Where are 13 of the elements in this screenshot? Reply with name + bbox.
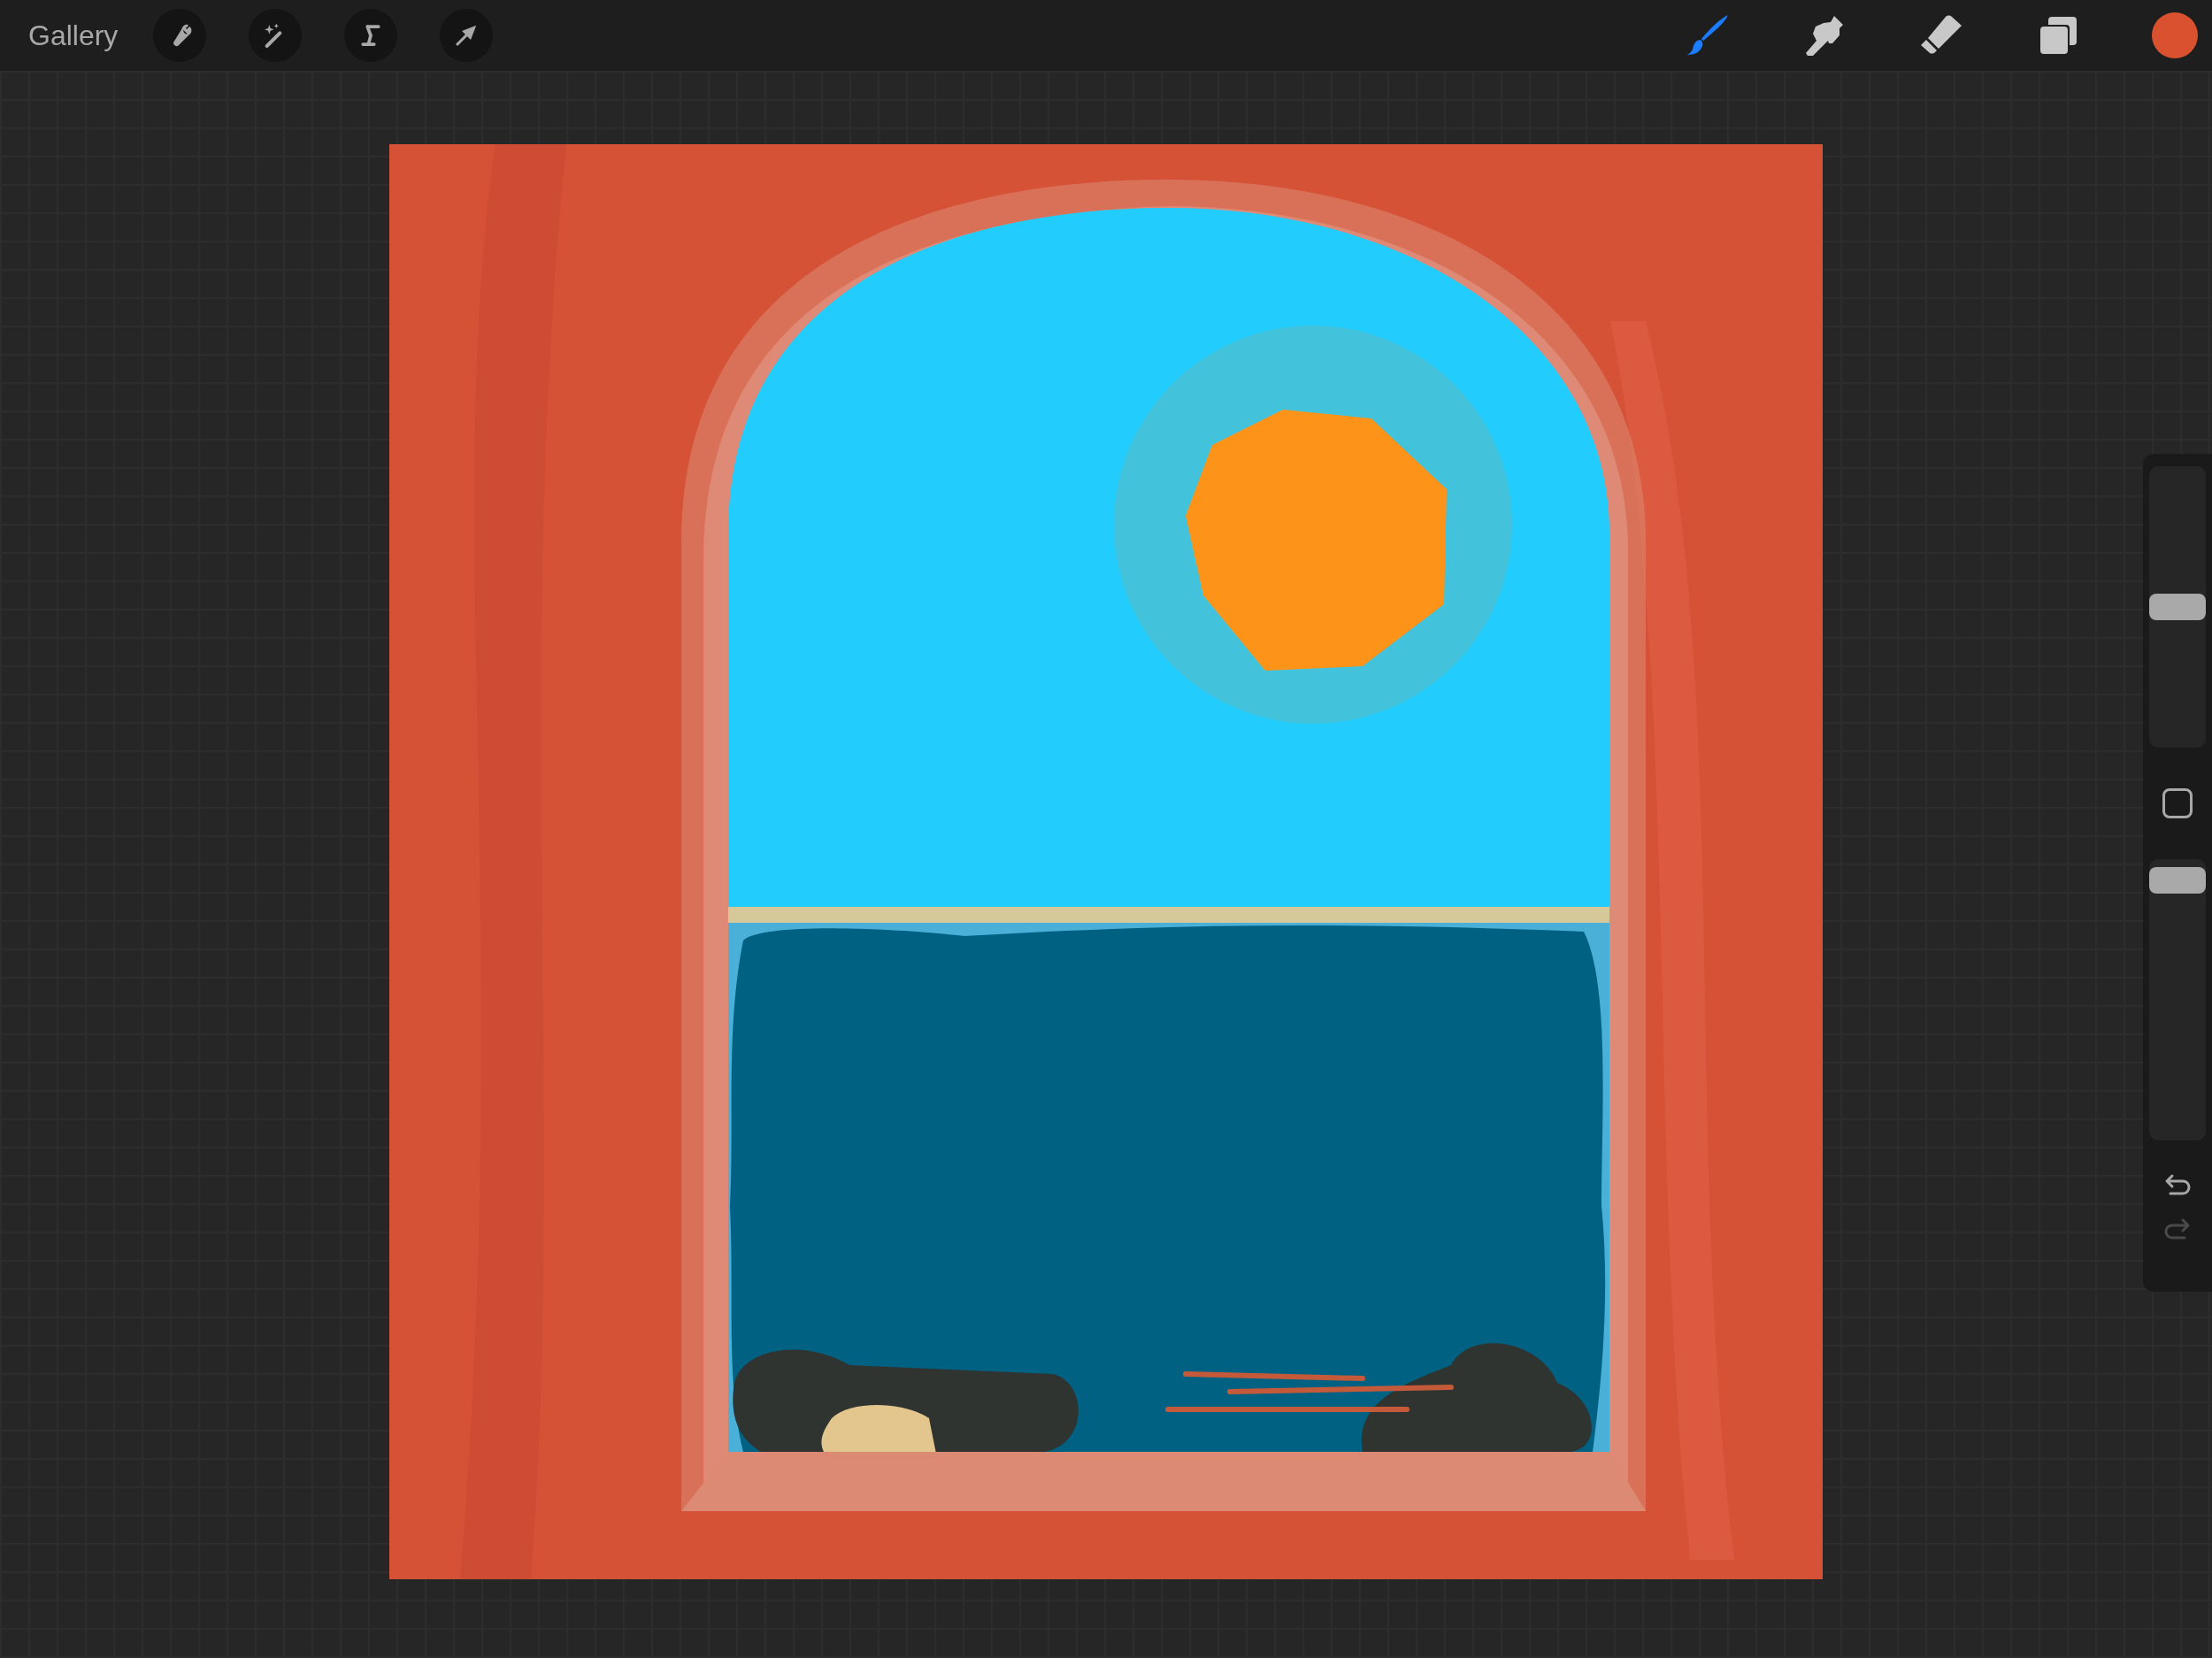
- gallery-button[interactable]: Gallery: [28, 14, 119, 57]
- brush-size-slider[interactable]: [2149, 466, 2206, 748]
- slider-thumb[interactable]: [2149, 594, 2206, 620]
- brush-icon: [1686, 14, 1730, 57]
- modify-button[interactable]: [2162, 788, 2193, 818]
- slider-thumb[interactable]: [2149, 866, 2206, 894]
- opacity-slider[interactable]: [2149, 859, 2206, 1140]
- eraser-icon: [1919, 15, 1963, 56]
- layers-icon: [2038, 15, 2078, 56]
- undo-icon: [2163, 1172, 2192, 1197]
- redo-icon: [2163, 1217, 2192, 1241]
- smudge-finger-icon: [1804, 14, 1845, 57]
- color-swatch[interactable]: [2152, 12, 2198, 58]
